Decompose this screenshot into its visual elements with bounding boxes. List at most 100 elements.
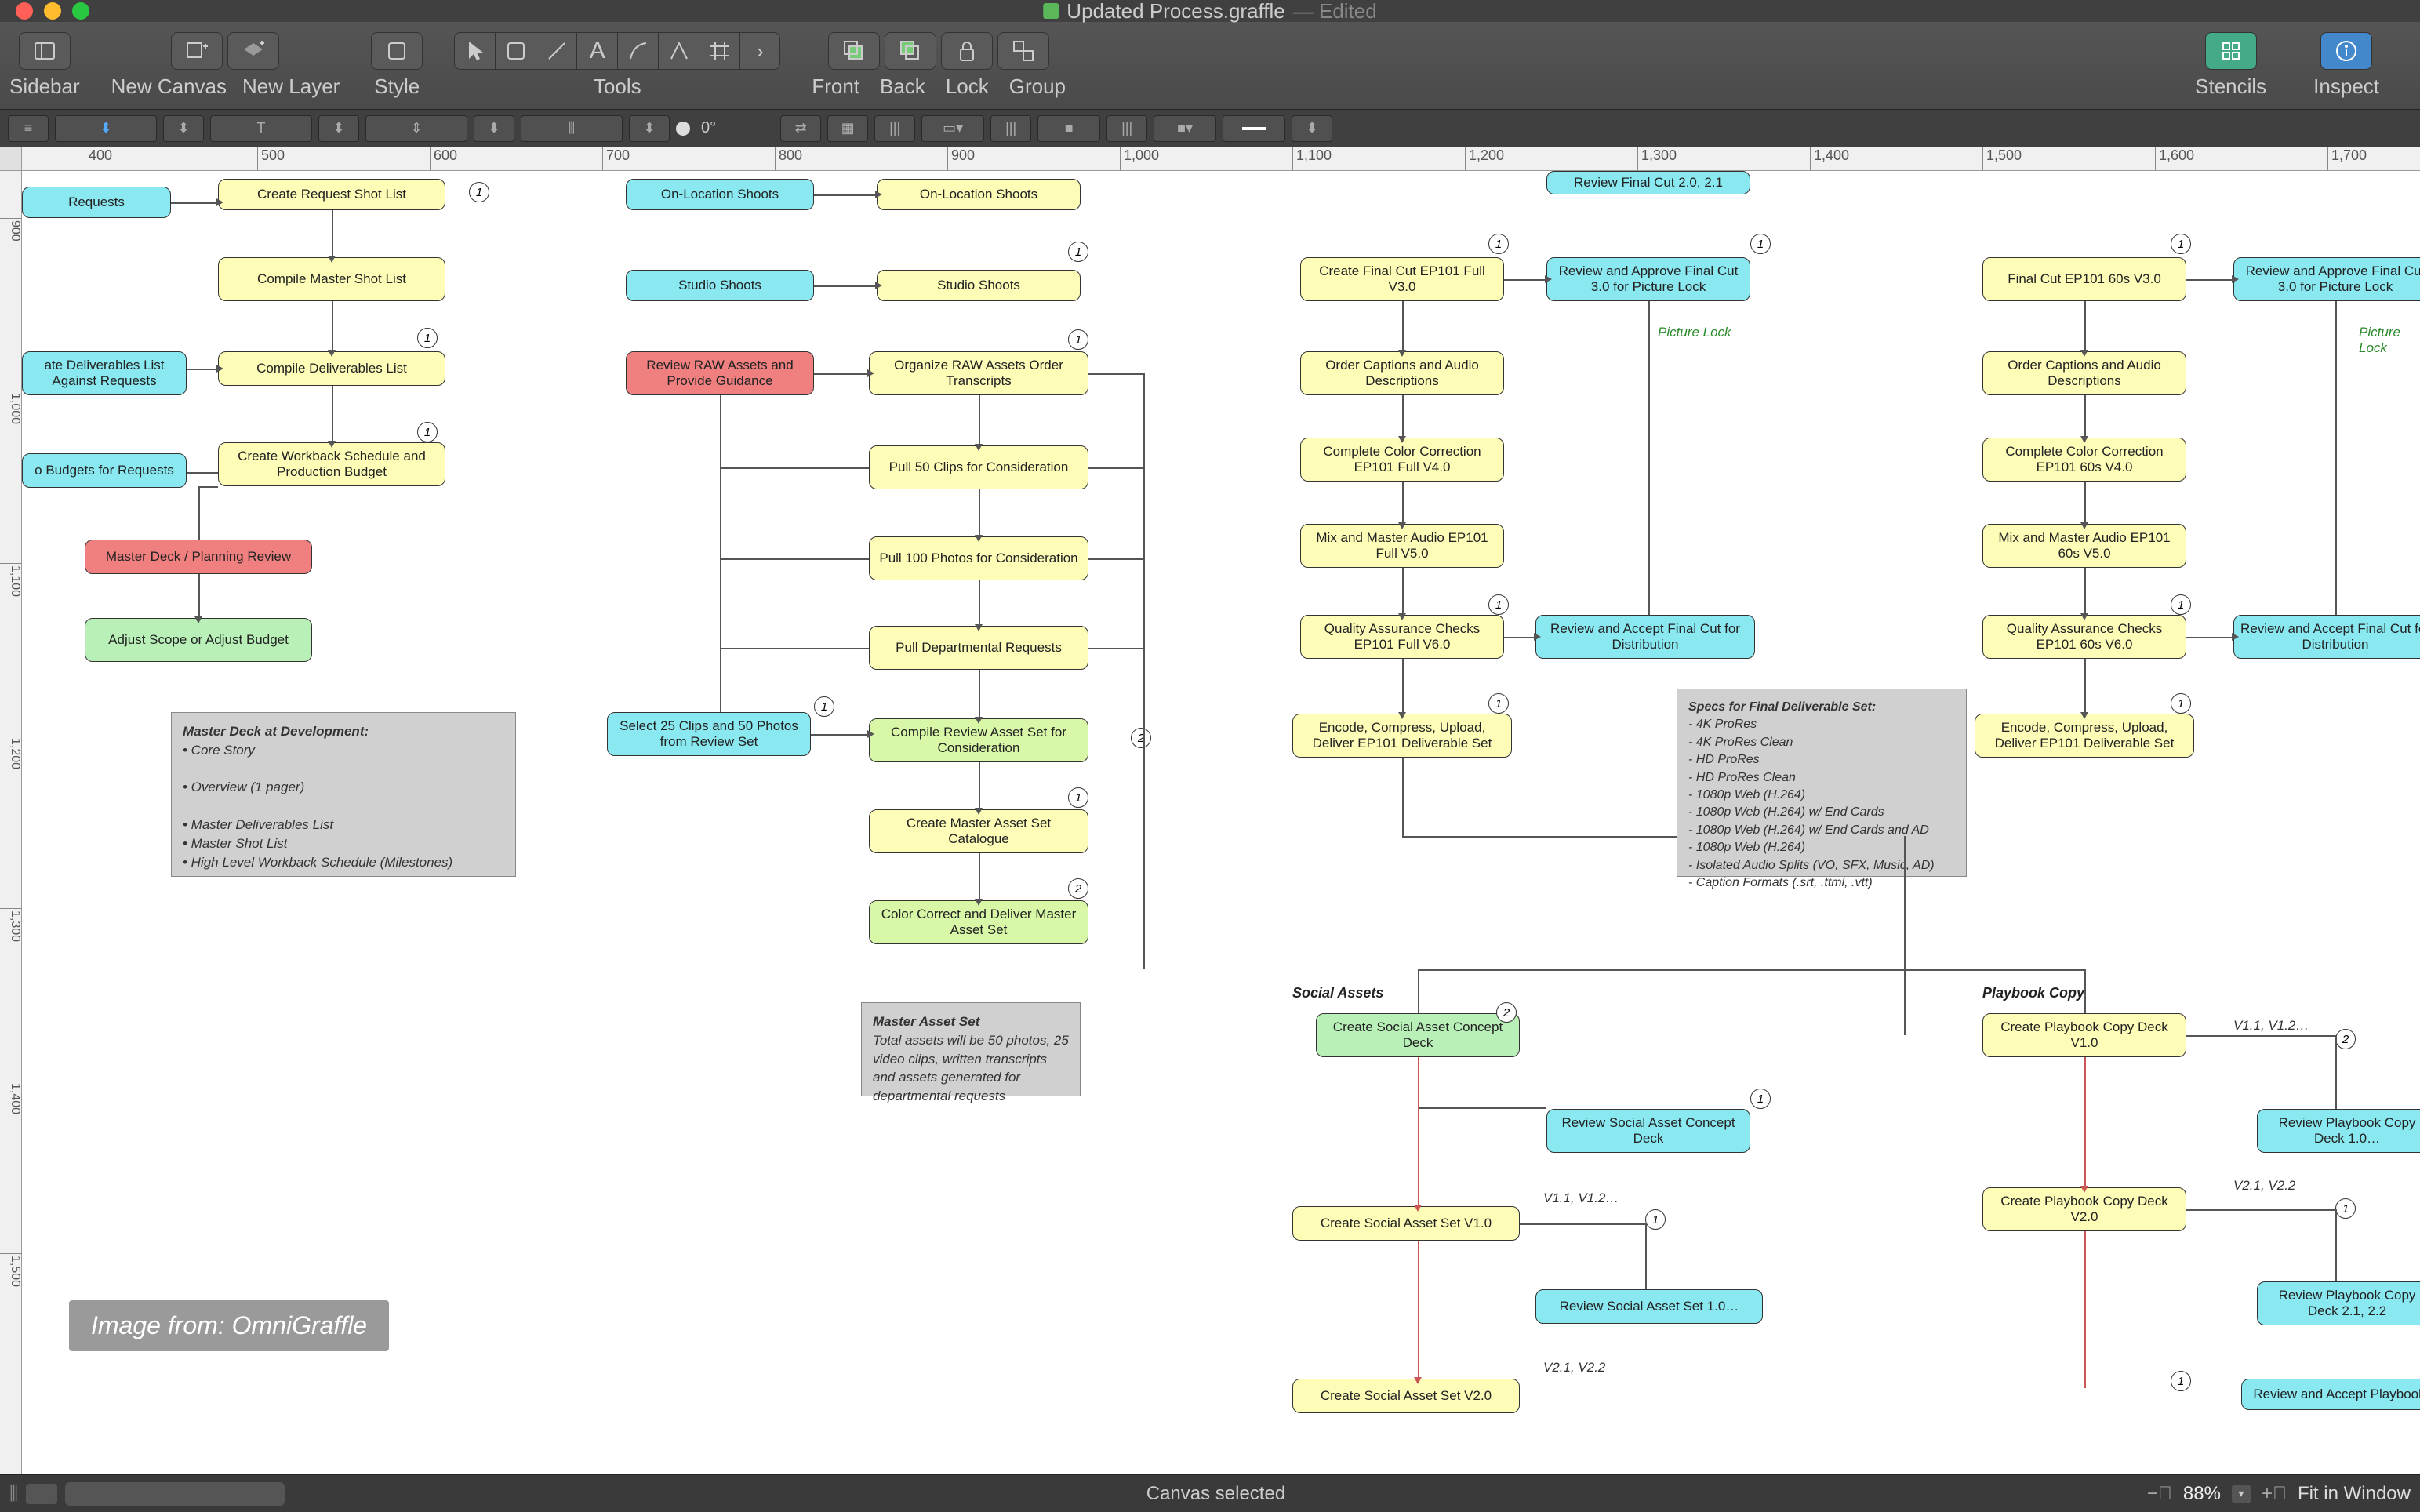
box-finalcut60[interactable]: Final Cut EP101 60s V3.0 — [1982, 257, 2186, 301]
box-adjust[interactable]: Adjust Scope or Adjust Budget — [85, 618, 312, 662]
inspect-button[interactable] — [2320, 32, 2372, 70]
line-weight[interactable]: ⬍ — [1292, 115, 1332, 142]
back-button[interactable] — [885, 32, 936, 70]
box-pull-dept[interactable]: Pull Departmental Requests — [869, 626, 1088, 670]
fit-window-button[interactable]: Fit in Window — [2298, 1483, 2411, 1505]
shape-tool[interactable] — [495, 32, 536, 70]
zoom-out-button[interactable]: −⃝ — [2147, 1483, 2172, 1505]
pointer-tool[interactable] — [454, 32, 495, 70]
box-org-raw[interactable]: Organize RAW Assets Order Transcripts — [869, 351, 1088, 395]
box-color-correct[interactable]: Color Correct and Deliver Master Asset S… — [869, 900, 1088, 944]
lock-button[interactable] — [941, 32, 993, 70]
fill-swap[interactable]: ⇄ — [780, 115, 821, 142]
more-tools[interactable]: › — [739, 32, 780, 70]
box-requests[interactable]: Requests — [22, 187, 171, 218]
sidebar-toggle[interactable] — [19, 32, 71, 70]
box-mix[interactable]: Mix and Master Audio EP101 Full V5.0 — [1300, 524, 1504, 568]
box-master-shot[interactable]: Compile Master Shot List — [218, 257, 445, 301]
box-select-clips[interactable]: Select 25 Clips and 50 Photos from Revie… — [607, 712, 811, 756]
drawer-icon[interactable]: ⫼ — [9, 1483, 18, 1505]
spacing[interactable]: ⇕ — [365, 115, 467, 142]
stroke-preset[interactable]: ▭▾ — [921, 115, 984, 142]
box-partial1[interactable]: Review Final Cut 2.0, 2.1 — [1546, 171, 1750, 194]
box-approve60[interactable]: Review and Approve Final Cut 3.0 for Pic… — [2233, 257, 2420, 301]
box-studio[interactable]: Studio Shoots — [626, 270, 814, 301]
box-accept-dist[interactable]: Review and Accept Final Cut for Distribu… — [1535, 615, 1755, 659]
point-tool[interactable] — [658, 32, 699, 70]
box-qa60[interactable]: Quality Assurance Checks EP101 60s V6.0 — [1982, 615, 2186, 659]
box-social-v2[interactable]: Create Social Asset Set V2.0 — [1292, 1379, 1520, 1413]
box-accept60[interactable]: Review and Accept Final Cut for Distribu… — [2233, 615, 2420, 659]
stroke-style[interactable]: ||| — [874, 115, 915, 142]
line-tool[interactable] — [536, 32, 576, 70]
fill-picker[interactable]: ▦ — [827, 115, 868, 142]
box-finalcut[interactable]: Create Final Cut EP101 Full V3.0 — [1300, 257, 1504, 301]
box-qa[interactable]: Quality Assurance Checks EP101 Full V6.0 — [1300, 615, 1504, 659]
para-align[interactable]: ≡ — [8, 115, 49, 142]
box-pull50[interactable]: Pull 50 Clips for Consideration — [869, 445, 1088, 489]
rotation-knob[interactable] — [676, 122, 690, 136]
box-color[interactable]: Complete Color Correction EP101 Full V4.… — [1300, 438, 1504, 482]
leading-stepper[interactable]: ⬍ — [629, 115, 670, 142]
box-playbook-v2[interactable]: Create Playbook Copy Deck V2.0 — [1982, 1187, 2186, 1231]
shadow-color[interactable]: ■ — [1037, 115, 1100, 142]
style-button[interactable] — [371, 32, 423, 70]
box-review-social[interactable]: Review Social Asset Concept Deck — [1546, 1109, 1750, 1153]
note-master-asset[interactable]: Master Asset Set Total assets will be 50… — [861, 1002, 1081, 1096]
box-accept-pb[interactable]: Review and Accept Playbook — [2241, 1379, 2420, 1410]
stencils-button[interactable] — [2205, 32, 2257, 70]
line-style[interactable]: ||| — [1106, 115, 1147, 142]
front-button[interactable] — [828, 32, 880, 70]
box-encode60[interactable]: Encode, Compress, Upload, Deliver EP101 … — [1975, 714, 2194, 758]
spacing-stepper[interactable]: ⬍ — [474, 115, 514, 142]
canvas[interactable]: Requests ate Deliverables List Against R… — [22, 171, 2420, 1474]
new-canvas-button[interactable] — [171, 32, 223, 70]
box-color60[interactable]: Complete Color Correction EP101 60s V4.0 — [1982, 438, 2186, 482]
box-review-pb2[interactable]: Review Playbook Copy Deck 2.1, 2.2 — [2257, 1281, 2420, 1325]
crop-tool[interactable] — [699, 32, 739, 70]
close-button[interactable] — [16, 2, 33, 20]
page-scrubber[interactable] — [65, 1482, 285, 1506]
box-workback[interactable]: Create Workback Schedule and Production … — [218, 442, 445, 486]
line-color[interactable]: ■▾ — [1154, 115, 1216, 142]
box-req-shot[interactable]: Create Request Shot List — [218, 179, 445, 210]
minimize-button[interactable] — [44, 2, 61, 20]
note-specs[interactable]: Specs for Final Deliverable Set: - 4K Pr… — [1677, 689, 1967, 877]
box-mix60[interactable]: Mix and Master Audio EP101 60s V5.0 — [1982, 524, 2186, 568]
pen-tool[interactable] — [617, 32, 658, 70]
shadow[interactable]: ||| — [990, 115, 1031, 142]
font-picker[interactable]: ⬍ — [55, 115, 157, 142]
box-master-cat[interactable]: Create Master Asset Set Catalogue — [869, 809, 1088, 853]
box-encode[interactable]: Encode, Compress, Upload, Deliver EP101 … — [1292, 714, 1512, 758]
ruler-vertical[interactable]: 900 1,000 1,100 1,200 1,300 1,400 1,500 — [0, 171, 22, 1474]
box-approve-pl[interactable]: Review and Approve Final Cut 3.0 for Pic… — [1546, 257, 1750, 301]
new-layer-button[interactable] — [227, 32, 279, 70]
note-master-deck[interactable]: Master Deck at Development: • Core Story… — [171, 712, 516, 877]
box-pull100[interactable]: Pull 100 Photos for Consideration — [869, 536, 1088, 580]
box-social-concept[interactable]: Create Social Asset Concept Deck — [1316, 1013, 1520, 1057]
box-onloc2[interactable]: On-Location Shoots — [877, 179, 1081, 210]
align-stepper[interactable]: ⬍ — [318, 115, 359, 142]
box-captions[interactable]: Order Captions and Audio Descriptions — [1300, 351, 1504, 395]
box-captions60[interactable]: Order Captions and Audio Descriptions — [1982, 351, 2186, 395]
line-end[interactable] — [1223, 115, 1285, 142]
box-onloc[interactable]: On-Location Shoots — [626, 179, 814, 210]
box-review-deck[interactable]: Master Deck / Planning Review — [85, 540, 312, 574]
box-social-v1[interactable]: Create Social Asset Set V1.0 — [1292, 1206, 1520, 1241]
box-review-pb1[interactable]: Review Playbook Copy Deck 1.0… — [2257, 1109, 2420, 1153]
ruler-horizontal[interactable]: 400 500 600 700 800 900 1,000 1,100 1,20… — [22, 147, 2420, 171]
box-playbook-v1[interactable]: Create Playbook Copy Deck V1.0 — [1982, 1013, 2186, 1057]
box-studio2[interactable]: Studio Shoots — [877, 270, 1081, 301]
box-review-social1[interactable]: Review Social Asset Set 1.0… — [1535, 1289, 1763, 1324]
box-review-raw[interactable]: Review RAW Assets and Provide Guidance — [626, 351, 814, 395]
maximize-button[interactable] — [72, 2, 89, 20]
box-budgets[interactable]: o Budgets for Requests — [22, 453, 187, 488]
font-size-stepper[interactable]: ⬍ — [163, 115, 204, 142]
leading[interactable]: ⫼ — [521, 115, 623, 142]
zoom-dropdown[interactable]: ▾ — [2232, 1485, 2251, 1503]
box-deliv-list[interactable]: ate Deliverables List Against Requests — [22, 351, 187, 395]
canvas-preview[interactable] — [26, 1484, 57, 1504]
text-tool[interactable]: A — [576, 32, 617, 70]
font-style[interactable]: T — [210, 115, 312, 142]
zoom-in-button[interactable]: +⃝ — [2262, 1483, 2287, 1505]
